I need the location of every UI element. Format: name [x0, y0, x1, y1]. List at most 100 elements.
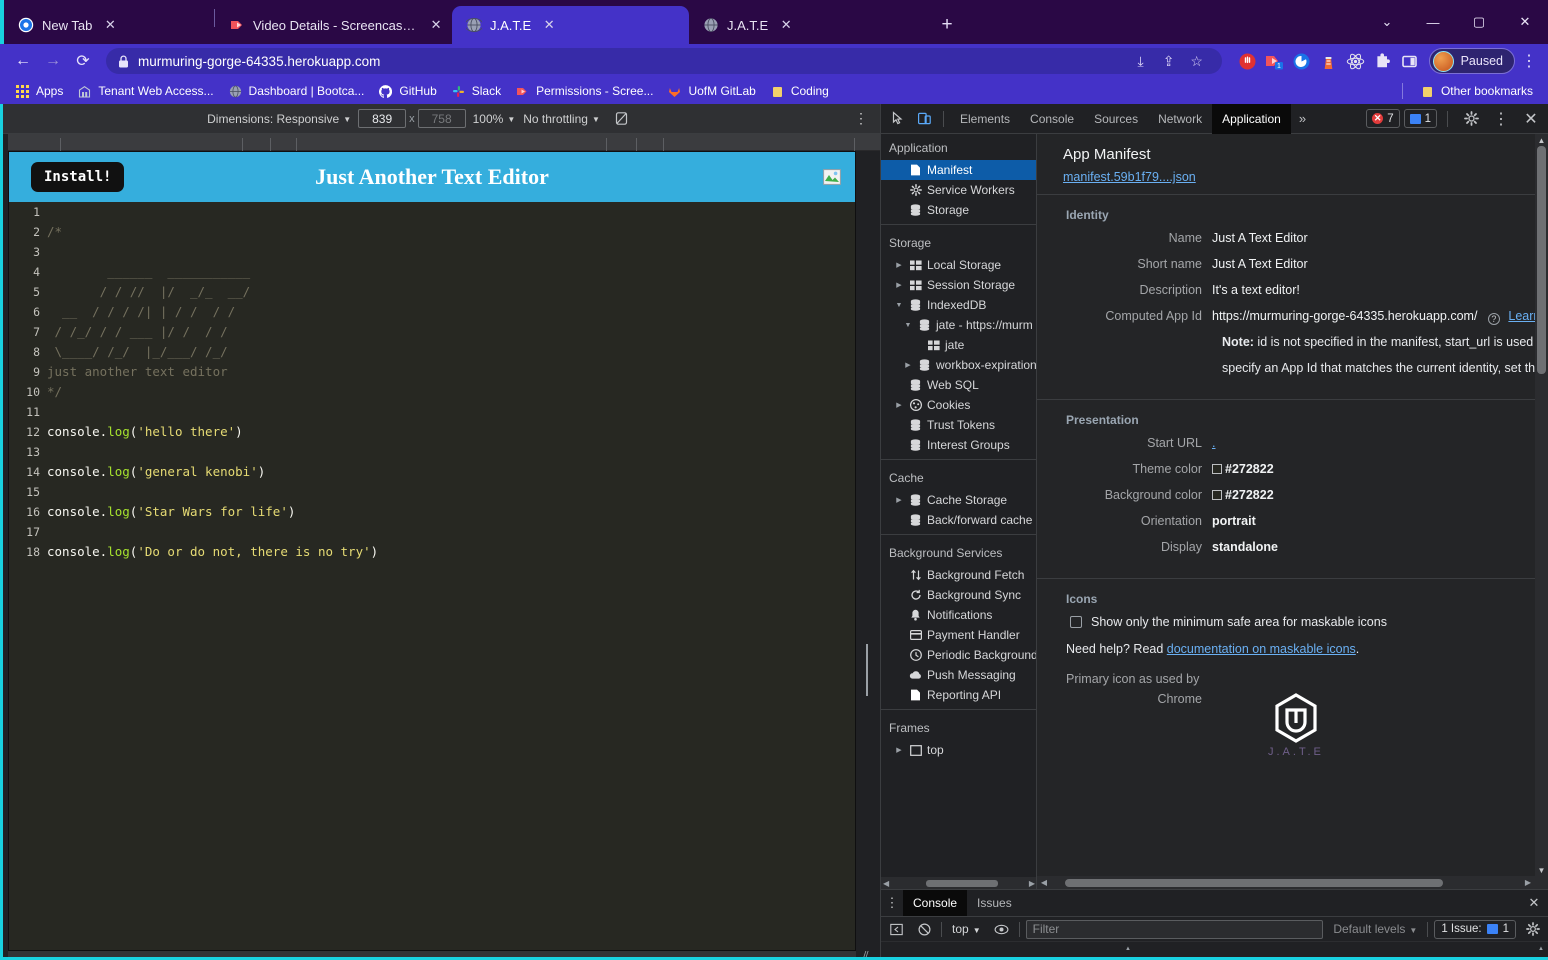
scroll-right-icon[interactable]: ▶ [1521, 878, 1535, 887]
tree-item-payment-handler[interactable]: Payment Handler [881, 625, 1036, 645]
device-toolbar-menu-button[interactable]: ⋮ [842, 110, 880, 127]
device-toolbar-icon[interactable] [911, 107, 937, 131]
twisty-expanded-icon[interactable]: ▼ [903, 322, 913, 329]
tree-item-reporting-api[interactable]: Reporting API [881, 685, 1036, 705]
scrollbar-thumb[interactable] [1065, 878, 1443, 887]
tree-item-workbox-expiration[interactable]: ▶ workbox-expiration [881, 355, 1036, 375]
console-scroll-stepper-right[interactable]: ▲ [1534, 942, 1548, 955]
scroll-left-icon[interactable]: ◀ [1037, 878, 1051, 887]
kebab-menu-icon[interactable]: ⋮ [1488, 107, 1514, 131]
twisty-expanded-icon[interactable]: ▼ [894, 302, 904, 309]
browser-tab-new-tab[interactable]: New Tab ✕ [4, 6, 214, 44]
other-bookmarks-button[interactable]: Other bookmarks [1413, 82, 1540, 101]
tab-console[interactable]: Console [1020, 104, 1084, 134]
bookmark-github[interactable]: GitHub [371, 82, 443, 101]
code-editor[interactable]: 1 2/* 3 4 ______ ___________ 5 / / // |/ _/_… [9, 202, 855, 950]
drawer-tab-issues[interactable]: Issues [967, 890, 1022, 916]
profile-button[interactable]: Paused [1428, 48, 1515, 74]
tree-item-back-forward-cache[interactable]: Back/forward cache [881, 510, 1036, 530]
tree-item-local-storage[interactable]: ▶ Local Storage [881, 255, 1036, 275]
tab-application[interactable]: Application [1212, 103, 1291, 134]
lighthouse-icon[interactable] [1317, 49, 1341, 73]
forward-button[interactable]: → [38, 46, 68, 76]
close-icon[interactable]: ✕ [1518, 107, 1544, 131]
manifest-horizontal-scrollbar[interactable]: ◀ ▶ [1037, 876, 1535, 889]
address-bar[interactable]: murmuring-gorge-64335.herokuapp.com ⤓ ⇪ … [106, 48, 1222, 74]
tab-elements[interactable]: Elements [950, 104, 1020, 134]
console-scroll-stepper[interactable]: ▲ [1121, 942, 1135, 955]
download-icon[interactable]: ⤓ [1128, 48, 1154, 74]
message-count-badge[interactable]: 1 [1403, 109, 1437, 128]
bookmark-star-icon[interactable]: ☆ [1184, 48, 1210, 74]
zoom-selector[interactable]: 100% ▼ [469, 112, 520, 126]
scroll-down-icon[interactable]: ▼ [1535, 864, 1548, 876]
tab-close-button[interactable]: ✕ [776, 15, 796, 35]
minimize-button[interactable]: — [1410, 0, 1456, 44]
screencastify-icon[interactable]: 1 [1263, 49, 1287, 73]
gear-icon[interactable] [1522, 919, 1544, 939]
bookmark-apps[interactable]: Apps [8, 82, 70, 101]
tree-item-interest-groups[interactable]: Interest Groups [881, 435, 1036, 455]
browser-tab-video-details[interactable]: Video Details - Screencastify ✕ [215, 6, 452, 44]
tree-item-notifications[interactable]: Notifications [881, 605, 1036, 625]
browser-tab-jate-second[interactable]: J.A.T.E ✕ [689, 6, 927, 44]
browser-tab-jate-active[interactable]: J.A.T.E ✕ [452, 6, 689, 44]
tree-item-web-sql[interactable]: Web SQL [881, 375, 1036, 395]
tab-close-button[interactable]: ✕ [539, 15, 559, 35]
tree-item-indexeddb[interactable]: ▼ IndexedDB [881, 295, 1036, 315]
start-url-link[interactable]: . [1212, 436, 1215, 450]
scroll-right-icon[interactable]: ▶ [1029, 879, 1035, 888]
gear-icon[interactable] [1458, 107, 1484, 131]
tab-network[interactable]: Network [1148, 104, 1212, 134]
more-tabs-icon[interactable]: » [1291, 111, 1314, 126]
adblock-icon[interactable] [1236, 49, 1260, 73]
twisty-collapsed-icon[interactable]: ▶ [894, 746, 904, 754]
tree-item-background-fetch[interactable]: Background Fetch [881, 565, 1036, 585]
tab-close-button[interactable]: ✕ [100, 15, 120, 35]
scrollbar-thumb[interactable] [926, 879, 998, 887]
puzzle-extensions-icon[interactable] [1371, 49, 1395, 73]
share-icon[interactable]: ⇪ [1156, 48, 1182, 74]
bookmark-tenant-web-access[interactable]: Tenant Web Access... [70, 82, 220, 101]
scroll-left-icon[interactable]: ◀ [883, 879, 889, 888]
inspect-element-icon[interactable] [885, 107, 911, 131]
tree-item-storage[interactable]: Storage [881, 200, 1036, 220]
twisty-collapsed-icon[interactable]: ▶ [894, 401, 904, 409]
bookmark-uofm-gitlab[interactable]: UofM GitLab [660, 82, 762, 101]
console-filter-input[interactable]: Filter [1025, 919, 1324, 939]
new-tab-button[interactable]: + [933, 11, 961, 39]
react-devtools-icon[interactable] [1344, 49, 1368, 73]
devtools-split-handle[interactable] [866, 644, 875, 696]
drawer-menu-button[interactable]: ⋮ [881, 895, 903, 911]
rotate-device-icon[interactable] [604, 111, 639, 126]
tree-item-top[interactable]: ▶ top [881, 740, 1036, 760]
live-expression-icon[interactable] [991, 919, 1013, 939]
close-icon[interactable]: ✕ [1520, 895, 1548, 911]
back-button[interactable]: ← [8, 46, 38, 76]
tree-item-jate-https-murm[interactable]: ▼ jate - https://murm [881, 315, 1036, 335]
manifest-file-link[interactable]: manifest.59b1f79....json [1063, 170, 1196, 184]
maskable-icons-checkbox-row[interactable]: Show only the minimum safe area for mask… [1037, 615, 1548, 629]
twisty-collapsed-icon[interactable]: ▶ [894, 261, 904, 269]
scroll-up-icon[interactable]: ▲ [1535, 134, 1548, 146]
tree-item-background-sync[interactable]: Background Sync [881, 585, 1036, 605]
bookmark-slack[interactable]: Slack [444, 82, 508, 101]
question-mark-icon[interactable]: ? [1487, 313, 1500, 325]
twisty-collapsed-icon[interactable]: ▶ [903, 361, 913, 369]
scrollbar-thumb[interactable] [1537, 146, 1546, 374]
bookmark-coding-folder[interactable]: Coding [763, 82, 836, 101]
console-context-selector[interactable]: top ▼ [948, 922, 985, 936]
bookmark-permissions-screencastify[interactable]: Permissions - Scree... [508, 82, 660, 101]
checkbox-icon[interactable] [1070, 616, 1082, 628]
tree-item-manifest[interactable]: Manifest [881, 160, 1036, 180]
maximize-button[interactable]: ▢ [1456, 0, 1502, 44]
tree-item-jate[interactable]: jate [881, 335, 1036, 355]
chrome-menu-button[interactable]: ⋮ [1518, 51, 1540, 71]
tree-item-session-storage[interactable]: ▶ Session Storage [881, 275, 1036, 295]
sidepanel-icon[interactable] [1398, 49, 1422, 73]
throttling-selector[interactable]: No throttling ▼ [519, 112, 604, 126]
close-window-button[interactable]: ✕ [1502, 0, 1548, 44]
tab-close-button[interactable]: ✕ [426, 15, 446, 35]
tree-item-cookies[interactable]: ▶ Cookies [881, 395, 1036, 415]
issues-badge[interactable]: 1 Issue: 1 [1434, 919, 1516, 939]
